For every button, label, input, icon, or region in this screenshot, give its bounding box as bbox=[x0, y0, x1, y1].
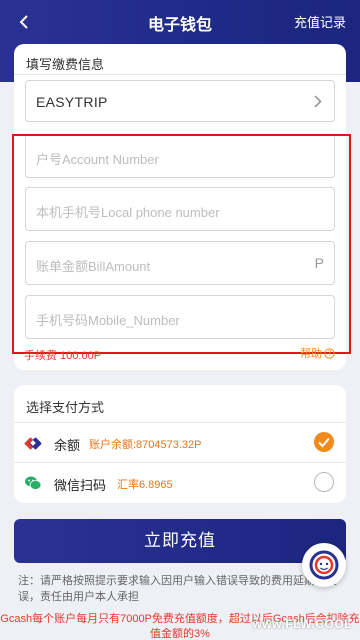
mobile-number-placeholder: 手机号码Mobile_Number bbox=[36, 313, 180, 328]
fee-text: 手续费 100.00P bbox=[24, 350, 102, 362]
radio-unselected[interactable] bbox=[314, 472, 334, 492]
payment-method-title: 选择支付方式 bbox=[26, 400, 105, 415]
headset-icon bbox=[309, 550, 339, 580]
pay-option-balance[interactable]: 余额 账户余额:8704573.32P bbox=[14, 422, 346, 462]
radio-selected[interactable] bbox=[314, 432, 334, 452]
svg-text:?: ? bbox=[328, 349, 332, 358]
payment-info-title: 填写缴费信息 bbox=[26, 57, 105, 72]
pay-option-name: 微信扫码 bbox=[54, 478, 107, 493]
exchange-rate: 汇率6.8965 bbox=[117, 479, 173, 491]
pay-option-name: 余额 bbox=[54, 438, 81, 453]
submit-recharge-button[interactable]: 立即充值 bbox=[14, 519, 346, 563]
biller-value: EASYTRIP bbox=[36, 94, 108, 110]
bill-amount-input[interactable]: 账单金额BillAmount P bbox=[25, 241, 335, 285]
pay-option-wechat[interactable]: 微信扫码 汇率6.8965 bbox=[14, 462, 346, 502]
local-phone-placeholder: 本机手机号Local phone number bbox=[36, 205, 220, 220]
payment-method-card: 选择支付方式 余额 账户余额:8704573.32P 微信扫码 汇率6.8965 bbox=[14, 385, 346, 503]
divider bbox=[14, 74, 346, 75]
help-icon: ? bbox=[324, 347, 335, 359]
chevron-right-icon bbox=[314, 95, 322, 108]
bill-amount-placeholder: 账单金额BillAmount bbox=[36, 259, 151, 274]
account-number-placeholder: 户号Account Number bbox=[36, 152, 159, 167]
check-icon bbox=[318, 437, 330, 448]
mobile-number-input[interactable]: 手机号码Mobile_Number bbox=[25, 295, 335, 339]
payment-info-card: 填写缴费信息 EASYTRIP 户号Account Number 本机手机号Lo… bbox=[14, 44, 346, 370]
watermark-text: www.FLW.COOL bbox=[252, 617, 352, 631]
local-phone-input[interactable]: 本机手机号Local phone number bbox=[25, 187, 335, 231]
customer-service-button[interactable] bbox=[302, 543, 346, 587]
recharge-history-link[interactable]: 充值记录 bbox=[294, 12, 346, 31]
account-balance: 账户余额:8704573.32P bbox=[89, 439, 202, 451]
biller-select[interactable]: EASYTRIP bbox=[25, 80, 335, 122]
disclaimer-note: 注：请严格按照提示要求输入因用户输入错误导致的费用延期或失误，责任由用户本人承担 bbox=[18, 575, 337, 603]
currency-suffix: P bbox=[314, 255, 324, 271]
wechat-icon bbox=[25, 476, 42, 490]
help-label: 帮助 bbox=[300, 348, 322, 360]
account-number-input[interactable]: 户号Account Number bbox=[25, 134, 335, 178]
balance-icon bbox=[24, 437, 42, 450]
help-link[interactable]: 帮助 ? bbox=[300, 345, 335, 361]
